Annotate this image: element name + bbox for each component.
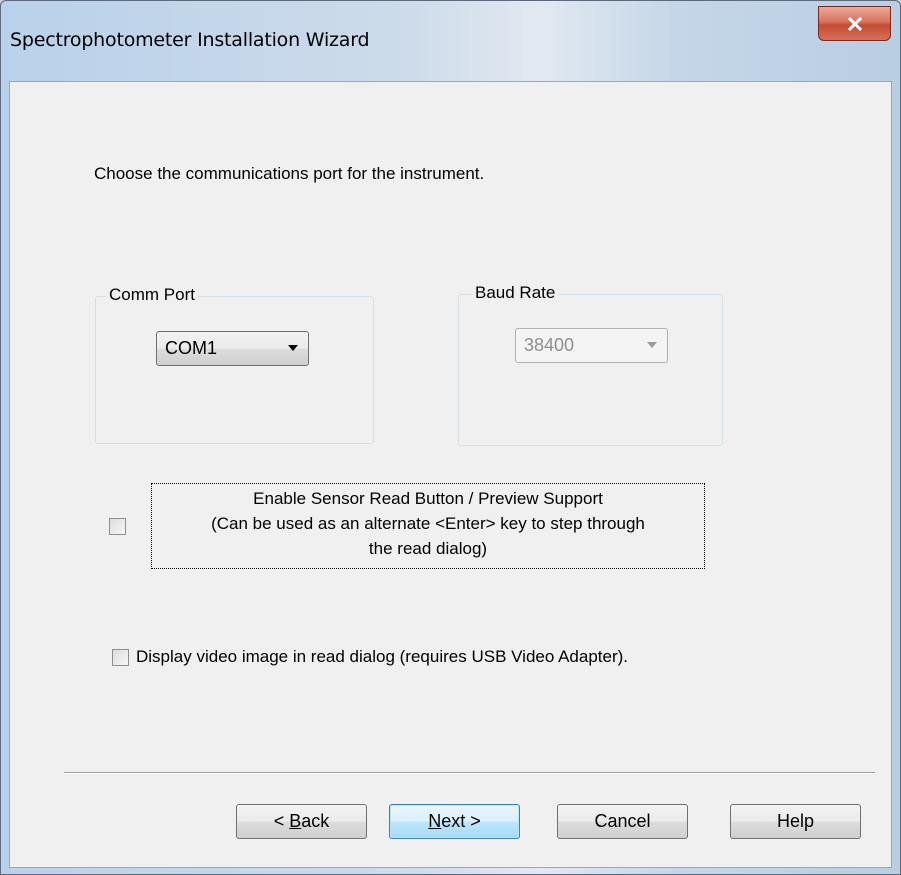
baud-rate-legend: Baud Rate: [472, 283, 559, 303]
chevron-down-icon: [647, 342, 657, 348]
cancel-button-label: Cancel: [594, 811, 651, 831]
help-button-label: Help: [776, 811, 815, 831]
sensor-read-label[interactable]: Enable Sensor Read Button / Preview Supp…: [151, 483, 705, 569]
baud-rate-group: Baud Rate: [458, 283, 723, 446]
baud-rate-dropdown[interactable]: 38400: [515, 328, 668, 363]
comm-port-value: COM1: [165, 338, 218, 358]
baud-rate-value: 38400: [524, 335, 575, 355]
sensor-read-checkbox[interactable]: [109, 518, 126, 535]
dialog-body: Choose the communications port for the i…: [9, 81, 892, 868]
window-title: Spectrophotometer Installation Wizard: [10, 29, 370, 51]
sensor-read-label-line3: the read dialog): [368, 539, 488, 558]
video-image-label[interactable]: Display video image in read dialog (requ…: [136, 647, 628, 667]
sensor-read-label-line2: (Can be used as an alternate <Enter> key…: [211, 514, 645, 533]
back-button[interactable]: < Back: [236, 804, 367, 839]
cancel-button[interactable]: Cancel: [557, 804, 688, 839]
back-button-label: < Back: [273, 811, 330, 831]
separator: [64, 772, 875, 774]
next-button[interactable]: Next >: [389, 804, 520, 839]
chevron-down-icon: [288, 345, 298, 351]
video-image-checkbox[interactable]: [112, 649, 129, 666]
close-icon: [847, 16, 862, 31]
comm-port-group: Comm Port: [95, 285, 374, 444]
close-button[interactable]: [818, 6, 891, 41]
title-bar[interactable]: Spectrophotometer Installation Wizard: [1, 1, 900, 81]
instruction-text: Choose the communications port for the i…: [94, 164, 485, 183]
help-button[interactable]: Help: [730, 804, 861, 839]
wizard-window: Spectrophotometer Installation Wizard Ch…: [0, 0, 901, 875]
next-button-label: Next >: [428, 811, 481, 831]
comm-port-dropdown[interactable]: COM1: [156, 331, 309, 366]
sensor-read-label-line1: Enable Sensor Read Button / Preview Supp…: [253, 489, 603, 508]
comm-port-legend: Comm Port: [106, 285, 198, 305]
